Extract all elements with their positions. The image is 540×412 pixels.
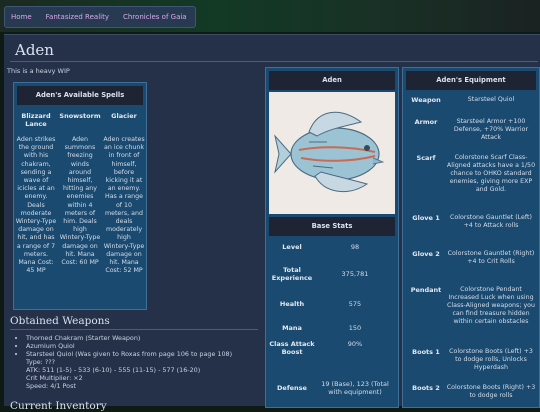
weapon-atk: ATK: 511 (1-5) - 533 (6-10) - 555 (11-15… bbox=[26, 366, 201, 374]
spells-table: Aden's Available Spells Blizzard Lance S… bbox=[13, 82, 147, 310]
spell-desc-glacier: Aden creates an ice chunk in front of hi… bbox=[103, 136, 145, 275]
equip-row-glove-2: Glove 2 Colorstone Gauntlet (Right) +4 t… bbox=[406, 250, 536, 286]
spell-name-blizzard-lance: Blizzard Lance bbox=[21, 112, 51, 128]
equip-value: Colorstone Gauntlet (Left) +4 to Attack … bbox=[450, 214, 532, 230]
spell-desc-snowstorm: Aden summons freezing winds around himse… bbox=[59, 136, 101, 267]
stat-value: 90% bbox=[347, 340, 363, 348]
equip-value: Starsteel Quiol bbox=[467, 96, 515, 103]
stat-value: 98 bbox=[350, 243, 360, 251]
character-card: Aden Base Stats Level 98 Total Experienc… bbox=[265, 67, 399, 408]
weapon-type: Type: ??? bbox=[26, 358, 56, 366]
spell-desc-blizzard-lance: Aden strikes the ground with his chakram… bbox=[15, 136, 57, 275]
base-stats-header: Base Stats bbox=[269, 217, 395, 236]
list-item: Azumium Quiol bbox=[26, 342, 276, 350]
weapons-divider bbox=[10, 329, 258, 330]
equip-value: Colorstone Boots (Right) +3 to dodge rol… bbox=[446, 384, 536, 400]
breadcrumb: Home Fantasized Reality Chronicles of Ga… bbox=[4, 6, 196, 28]
equip-slot: Scarf bbox=[416, 154, 436, 162]
stat-row-level: Level 98 bbox=[269, 236, 395, 258]
equip-row-armor: Armor Starsteel Armor +100 Defense, +70%… bbox=[406, 116, 536, 152]
stat-value: 575 bbox=[348, 299, 362, 308]
stat-row-class-attack-boost: Class Attack Boost 90% bbox=[269, 338, 395, 378]
stat-value: 150 bbox=[348, 323, 362, 332]
wip-note: This is a heavy WIP bbox=[7, 67, 70, 75]
spells-header: Aden's Available Spells bbox=[17, 86, 143, 105]
character-portrait bbox=[269, 92, 395, 214]
title-divider bbox=[10, 61, 538, 62]
equip-value: Starsteel Armor +100 Defense, +70% Warri… bbox=[453, 118, 529, 142]
equip-slot: Weapon bbox=[411, 96, 441, 104]
stat-label: Mana bbox=[282, 323, 302, 332]
equip-row-weapon: Weapon Starsteel Quiol bbox=[406, 90, 536, 116]
stat-label: Total Experience bbox=[271, 266, 313, 282]
equip-value: Colorstone Boots (Left) +3 to dodge roll… bbox=[449, 348, 533, 372]
nav-link-fantasized-reality[interactable]: Fantasized Reality bbox=[46, 13, 109, 21]
stat-row-health: Health 575 bbox=[269, 290, 395, 317]
equip-slot: Glove 2 bbox=[412, 250, 440, 258]
fish-creature-drawing bbox=[274, 111, 385, 193]
weapon-name: Starsteel Quiol (Was given to Roxas from… bbox=[26, 350, 233, 358]
top-bar: Home Fantasized Reality Chronicles of Ga… bbox=[0, 0, 540, 32]
page-title: Aden bbox=[15, 41, 54, 59]
equip-slot: Armor bbox=[414, 118, 438, 126]
weapons-list: Thorned Chakram (Starter Weapon) Azumium… bbox=[14, 334, 276, 390]
spell-name-glacier: Glacier bbox=[111, 112, 137, 120]
weapon-speed: Speed: 4/1 Post bbox=[26, 382, 76, 390]
stat-value: 375,781 bbox=[341, 270, 369, 278]
stat-label: Health bbox=[279, 299, 305, 308]
stat-label: Defense bbox=[277, 384, 307, 392]
stat-value: 19 (Base), 123 (Total with equipment) bbox=[321, 380, 389, 396]
stat-row-total-experience: Total Experience 375,781 bbox=[269, 258, 395, 290]
character-card-header: Aden bbox=[269, 71, 395, 90]
equip-slot: Pendant bbox=[410, 286, 442, 294]
equip-slot: Glove 1 bbox=[412, 214, 440, 222]
list-item: Starsteel Quiol (Was given to Roxas from… bbox=[26, 350, 276, 390]
nav-link-chronicles-of-gaia[interactable]: Chronicles of Gaia bbox=[123, 13, 187, 21]
equipment-card: Aden's Equipment Weapon Starsteel Quiol … bbox=[402, 67, 540, 408]
stat-row-mana: Mana 150 bbox=[269, 317, 395, 338]
equipment-card-header: Aden's Equipment bbox=[406, 71, 536, 90]
list-item: Thorned Chakram (Starter Weapon) bbox=[26, 334, 276, 342]
stat-label: Level bbox=[282, 243, 302, 251]
weapon-crit: Crit Multiplier: ×2 bbox=[26, 374, 83, 382]
equip-row-glove-1: Glove 1 Colorstone Gauntlet (Left) +4 to… bbox=[406, 214, 536, 250]
equip-row-boots-2: Boots 2 Colorstone Boots (Right) +3 to d… bbox=[406, 384, 536, 404]
stat-row-defense: Defense 19 (Base), 123 (Total with equip… bbox=[269, 378, 395, 398]
equip-value: Colorstone Pendant Increased Luck when u… bbox=[446, 286, 536, 326]
inventory-heading: Current Inventory bbox=[10, 400, 107, 412]
spell-name-snowstorm: Snowstorm bbox=[59, 112, 101, 120]
content-panel: Aden This is a heavy WIP Aden's Availabl… bbox=[4, 34, 540, 412]
equip-row-scarf: Scarf Colorstone Scarf Class-Aligned att… bbox=[406, 152, 536, 214]
equip-row-pendant: Pendant Colorstone Pendant Increased Luc… bbox=[406, 286, 536, 348]
stat-label: Class Attack Boost bbox=[269, 340, 315, 356]
equip-value: Colorstone Scarf Class-Aligned attacks h… bbox=[446, 154, 536, 194]
weapons-heading: Obtained Weapons bbox=[10, 315, 110, 327]
equip-row-boots-1: Boots 1 Colorstone Boots (Left) +3 to do… bbox=[406, 348, 536, 384]
nav-link-home[interactable]: Home bbox=[11, 13, 32, 21]
equip-slot: Boots 2 bbox=[412, 384, 440, 392]
equip-slot: Boots 1 bbox=[412, 348, 440, 356]
equip-value: Colorstone Gauntlet (Right) +4 to Crit R… bbox=[447, 250, 535, 266]
